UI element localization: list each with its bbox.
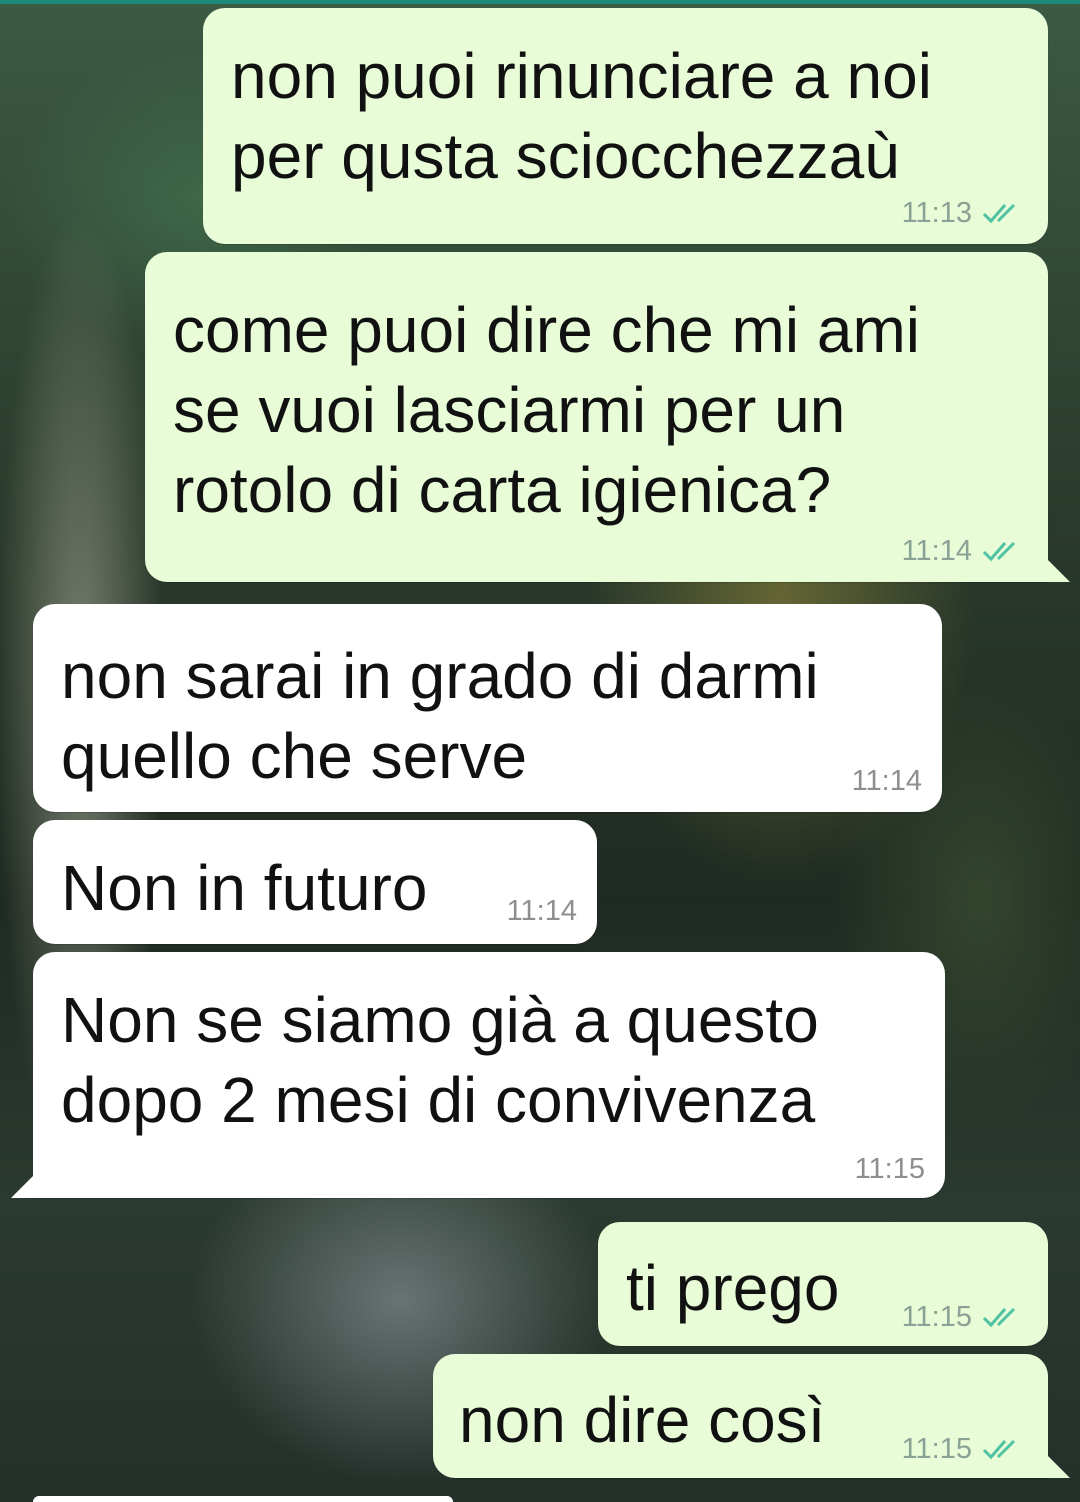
chat-message-outgoing[interactable]: ti prego 11:15 [598, 1222, 1048, 1346]
message-text: Non in futuro [61, 852, 428, 924]
message-text: non puoi rinunciare a noi per qusta scio… [231, 40, 932, 192]
message-time: 11:15 [901, 1301, 972, 1333]
message-time: 11:13 [901, 197, 972, 229]
message-time: 11:14 [851, 765, 922, 797]
message-meta: 11:15 [902, 1302, 1026, 1332]
chat-message-incoming[interactable]: non sarai in grado di darmi quello che s… [33, 604, 942, 812]
message-meta: 11:14 [852, 766, 922, 796]
chat-message-outgoing[interactable]: come puoi dire che mi ami se vuoi lascia… [145, 252, 1048, 582]
message-text: come puoi dire che mi ami se vuoi lascia… [173, 294, 920, 526]
chat-message-incoming[interactable]: Non in futuro 11:14 [33, 820, 597, 944]
double-check-icon [982, 1307, 1016, 1328]
message-text: ti prego [626, 1252, 840, 1324]
chat-message-incoming-partial[interactable] [33, 1496, 453, 1502]
bubble-tail [1048, 560, 1070, 582]
message-meta: 11:15 [855, 1154, 925, 1184]
chat-message-outgoing[interactable]: non puoi rinunciare a noi per qusta scio… [203, 8, 1048, 244]
double-check-icon [982, 203, 1016, 224]
message-meta: 11:13 [902, 198, 1026, 228]
message-time: 11:14 [506, 895, 577, 927]
bubble-tail [11, 1176, 33, 1198]
header-divider [0, 0, 1080, 4]
message-time: 11:15 [854, 1153, 925, 1185]
message-time: 11:14 [901, 535, 972, 567]
message-text: non sarai in grado di darmi quello che s… [61, 640, 819, 792]
double-check-icon [982, 541, 1016, 562]
bubble-tail [1048, 1456, 1070, 1478]
message-text: Non se siamo già a questo dopo 2 mesi di… [61, 984, 819, 1136]
message-meta: 11:14 [507, 896, 577, 926]
chat-message-incoming[interactable]: Non se siamo già a questo dopo 2 mesi di… [33, 952, 945, 1198]
chat-message-outgoing[interactable]: non dire così 11:15 [433, 1354, 1048, 1478]
message-time: 11:15 [901, 1433, 972, 1465]
message-meta: 11:15 [902, 1434, 1026, 1464]
double-check-icon [982, 1439, 1016, 1460]
message-text: non dire così [459, 1384, 826, 1456]
message-meta: 11:14 [902, 536, 1026, 566]
